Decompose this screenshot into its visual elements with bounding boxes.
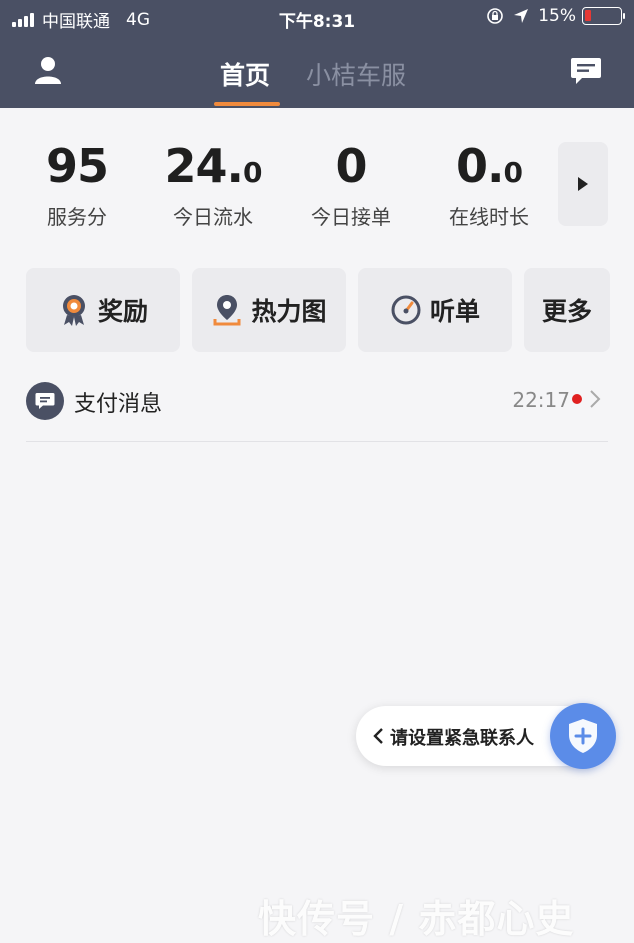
quick-actions: 奖励 热力图 听单 更多 — [0, 268, 634, 352]
stat-label: 在线时长 — [449, 205, 529, 229]
reward-label: 奖励 — [97, 297, 148, 326]
emergency-contact-label: 请设置紧急联系人 — [390, 728, 534, 749]
stat-today-orders[interactable]: 0 今日接单 — [286, 140, 416, 230]
message-time: 22:17 — [512, 388, 570, 412]
play-arrow-icon — [578, 177, 588, 191]
location-pin-icon — [211, 293, 243, 327]
stat-value: 0 — [335, 139, 367, 193]
stat-value-decimal: 0 — [503, 156, 524, 189]
stat-service-score[interactable]: 95 服务分 — [12, 140, 142, 230]
stat-online-time[interactable]: 0.0 在线时长 — [424, 140, 554, 230]
stat-value-decimal: 0 — [243, 156, 263, 189]
speedometer-icon — [390, 293, 422, 327]
stats-panel: 95 服务分 24.0 今日流水 0 今日接单 0.0 在线时长 — [0, 130, 634, 240]
listen-orders-button[interactable]: 听单 — [358, 268, 512, 352]
stat-label: 服务分 — [47, 205, 107, 229]
tab-home[interactable]: 首页 — [220, 56, 270, 92]
location-arrow-icon — [512, 7, 530, 25]
message-icon[interactable] — [568, 54, 604, 88]
watermark: 快传号 / 赤都心史 — [258, 897, 575, 941]
medal-icon — [58, 293, 90, 327]
payment-message-row[interactable]: 支付消息 22:17 — [26, 370, 608, 442]
stat-value: 95 — [45, 139, 109, 193]
chevron-right-icon — [590, 390, 601, 408]
stat-today-earnings[interactable]: 24.0 今日流水 — [148, 140, 278, 230]
active-tab-indicator — [214, 102, 280, 106]
stat-label: 今日接单 — [311, 205, 391, 229]
message-title: 支付消息 — [74, 392, 163, 417]
reward-button[interactable]: 奖励 — [26, 268, 180, 352]
stats-more-button[interactable] — [558, 142, 608, 226]
user-icon[interactable] — [30, 52, 66, 88]
stat-value: 0. — [456, 139, 504, 193]
nav-bar: 首页 小桔车服 — [0, 40, 634, 108]
heatmap-label: 热力图 — [251, 297, 327, 326]
more-label: 更多 — [541, 297, 592, 326]
listen-orders-label: 听单 — [429, 297, 480, 326]
rotation-lock-icon — [486, 7, 504, 25]
unread-dot — [572, 394, 582, 404]
battery-percent: 15% — [538, 6, 576, 26]
chat-bubble-icon — [26, 382, 64, 420]
stat-value: 24. — [164, 139, 244, 193]
header: 中国联通 4G 下午8:31 15% 首页 小桔车服 — [0, 0, 634, 108]
stat-label: 今日流水 — [173, 205, 253, 229]
safety-shield-button[interactable] — [550, 703, 616, 769]
heatmap-button[interactable]: 热力图 — [192, 268, 346, 352]
battery-icon — [582, 7, 625, 25]
chevron-left-icon — [373, 728, 383, 744]
tab-car-service[interactable]: 小桔车服 — [306, 56, 406, 92]
status-right: 15% — [486, 6, 625, 26]
shield-plus-icon — [569, 719, 597, 753]
more-button[interactable]: 更多 — [524, 268, 610, 352]
status-bar: 中国联通 4G 下午8:31 15% — [0, 0, 634, 36]
